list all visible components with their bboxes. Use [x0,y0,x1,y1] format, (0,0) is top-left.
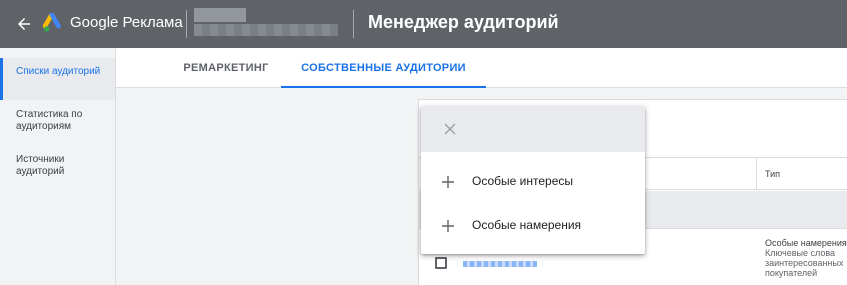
sidebar: Списки аудиторий Статистика по аудитория… [0,48,116,285]
menu-item-custom-affinity[interactable]: Особые интересы [421,161,645,203]
sidebar-item-label: Статистика по аудиториям [16,109,83,132]
audience-name-link-redacted[interactable] [463,261,537,267]
menu-item-label: Особые интересы [472,174,573,188]
account-selector[interactable] [194,8,338,38]
column-divider [756,158,757,189]
tab-custom-audiences[interactable]: СОБСТВЕННЫЕ АУДИТОРИИ [281,48,486,89]
menu-item-custom-intent[interactable]: Особые намерения [421,205,645,247]
sidebar-item-audience-lists[interactable]: Списки аудиторий [0,58,115,100]
page-title: Менеджер аудиторий [368,12,559,32]
row-checkbox[interactable] [435,257,447,269]
menu-item-label: Особые намерения [472,218,582,232]
menu-header [421,106,645,152]
sidebar-item-audience-sources[interactable]: Источники аудиторий [0,152,115,178]
header-divider [186,10,187,38]
tab-label: СОБСТВЕННЫЕ АУДИТОРИИ [301,62,466,74]
header-divider [353,10,354,38]
arrow-back-icon [18,18,30,30]
column-header-type[interactable]: Тип [765,169,780,179]
sidebar-item-label: Списки аудиторий [16,66,101,77]
account-name-redacted [194,8,246,22]
close-button[interactable] [440,119,460,139]
brand-name: Google Реклама [70,14,183,31]
audience-type-detail: Ключевые слова заинтересованных покупате… [765,248,844,278]
create-audience-menu: Особые интересы Особые намерения [421,106,645,254]
plus-icon [442,220,454,232]
tab-remarketing[interactable]: РЕМАРКЕТИНГ [156,48,296,88]
audience-type: Особые намерения [765,238,847,248]
close-icon [444,123,456,135]
audience-type-cell: Особые намерения Ключевые слова заинтере… [765,238,847,278]
sidebar-item-label: Источники аудиторий [16,154,65,177]
sidebar-item-audience-insights[interactable]: Статистика по аудиториям [0,107,115,133]
back-button[interactable] [8,8,40,40]
google-ads-logo-icon [43,13,61,32]
tabs-bar: РЕМАРКЕТИНГ СОБСТВЕННЫЕ АУДИТОРИИ [116,48,847,89]
plus-icon [442,176,454,188]
top-app-bar: Google Реклама Менеджер аудиторий [0,0,847,48]
tab-label: РЕМАРКЕТИНГ [183,62,269,74]
account-id-redacted [194,24,338,36]
